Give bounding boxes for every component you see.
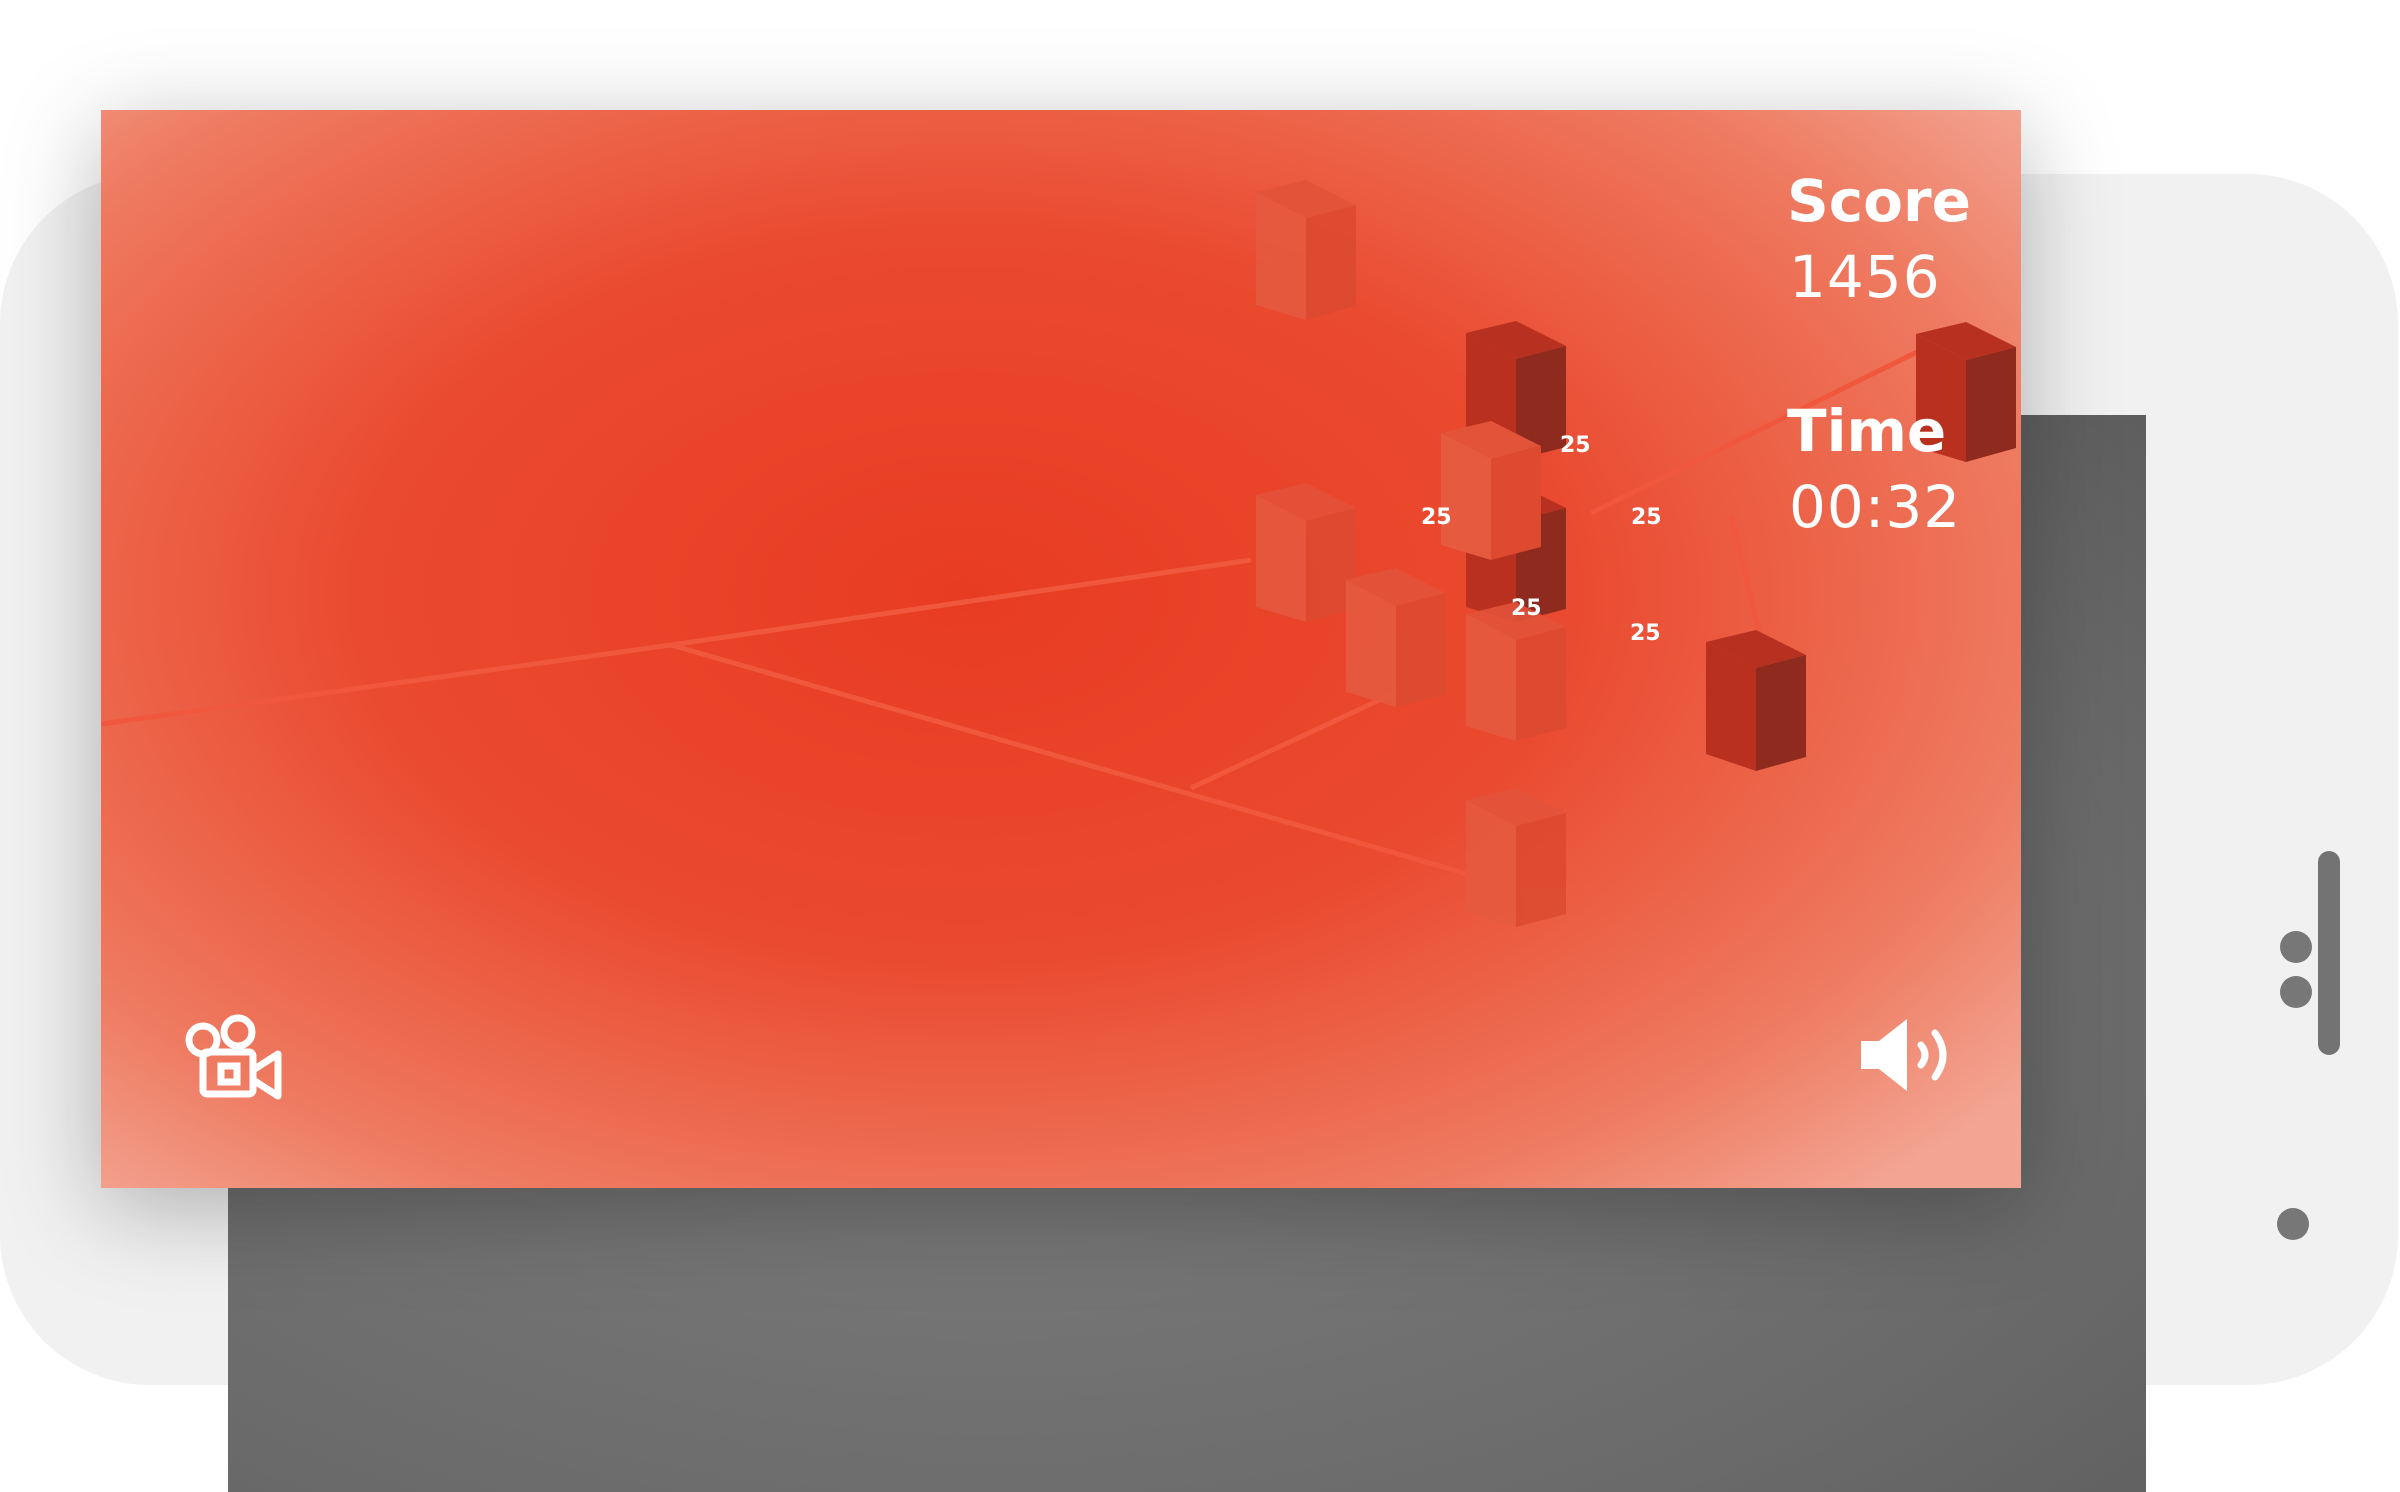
cube[interactable]: [1466, 602, 1566, 741]
time-label: Time: [1787, 397, 1947, 465]
speaker-icon: [1861, 1019, 1947, 1091]
points-label: 25: [1421, 505, 1452, 530]
cube[interactable]: [1256, 483, 1356, 622]
camera-icon: [185, 1014, 282, 1100]
score-value: 1456: [1789, 243, 1941, 311]
cube[interactable]: [1346, 568, 1446, 707]
device-home-dot: [2277, 1208, 2309, 1240]
points-label: 25: [1560, 433, 1591, 458]
camera-button[interactable]: [183, 1010, 283, 1105]
sound-button[interactable]: [1859, 1015, 1959, 1095]
device-side-button: [2318, 851, 2340, 1055]
cube[interactable]: [1256, 180, 1356, 320]
points-label: 25: [1511, 596, 1542, 621]
device-sensor-dot: [2280, 976, 2312, 1008]
points-label: 25: [1631, 505, 1662, 530]
game-scene[interactable]: 25 25 25 25 25: [101, 110, 2021, 1188]
points-label: 25: [1630, 621, 1661, 646]
track-lines: [101, 347, 1923, 878]
device-sensor-dot: [2280, 931, 2312, 963]
cube[interactable]: [1466, 788, 1566, 927]
game-viewport[interactable]: 25 25 25 25 25 Score 1456 Time 00:32: [101, 110, 2021, 1188]
score-label: Score: [1787, 167, 1971, 235]
cube[interactable]: [1706, 630, 1806, 771]
time-value: 00:32: [1789, 473, 1962, 541]
cube[interactable]: [1441, 421, 1541, 560]
